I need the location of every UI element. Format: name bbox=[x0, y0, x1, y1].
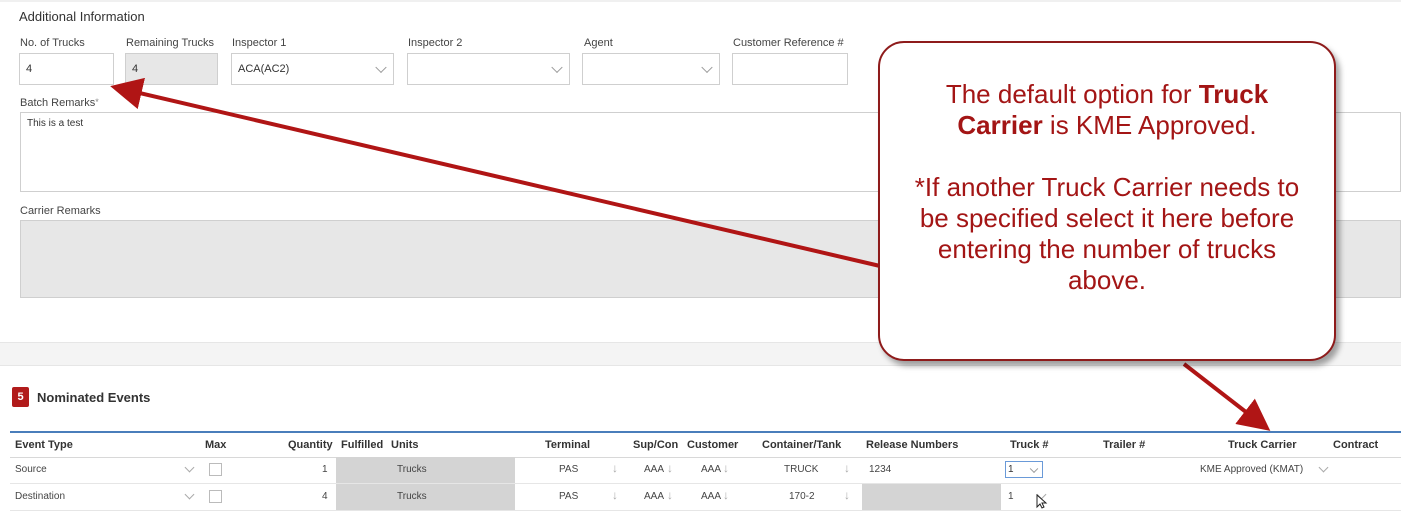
arrow-to-truck-carrier bbox=[1182, 362, 1271, 431]
arrow-to-no-of-trucks bbox=[110, 77, 881, 268]
callout-line-2: Carrier is KME Approved. bbox=[880, 110, 1334, 141]
callout-text-part: The default option for bbox=[945, 79, 1199, 109]
callout-bold-carrier: Carrier bbox=[957, 110, 1043, 140]
callout-bold-truck: Truck bbox=[1198, 79, 1269, 109]
instruction-callout: The default option for Truck Carrier is … bbox=[878, 41, 1336, 361]
callout-spacer bbox=[880, 141, 1334, 172]
callout-line-1: The default option for Truck bbox=[880, 79, 1334, 110]
callout-text-part: is KME Approved. bbox=[1042, 110, 1257, 140]
callout-text: The default option for Truck Carrier is … bbox=[880, 79, 1334, 296]
callout-note: *If another Truck Carrier needs to be sp… bbox=[914, 172, 1300, 295]
